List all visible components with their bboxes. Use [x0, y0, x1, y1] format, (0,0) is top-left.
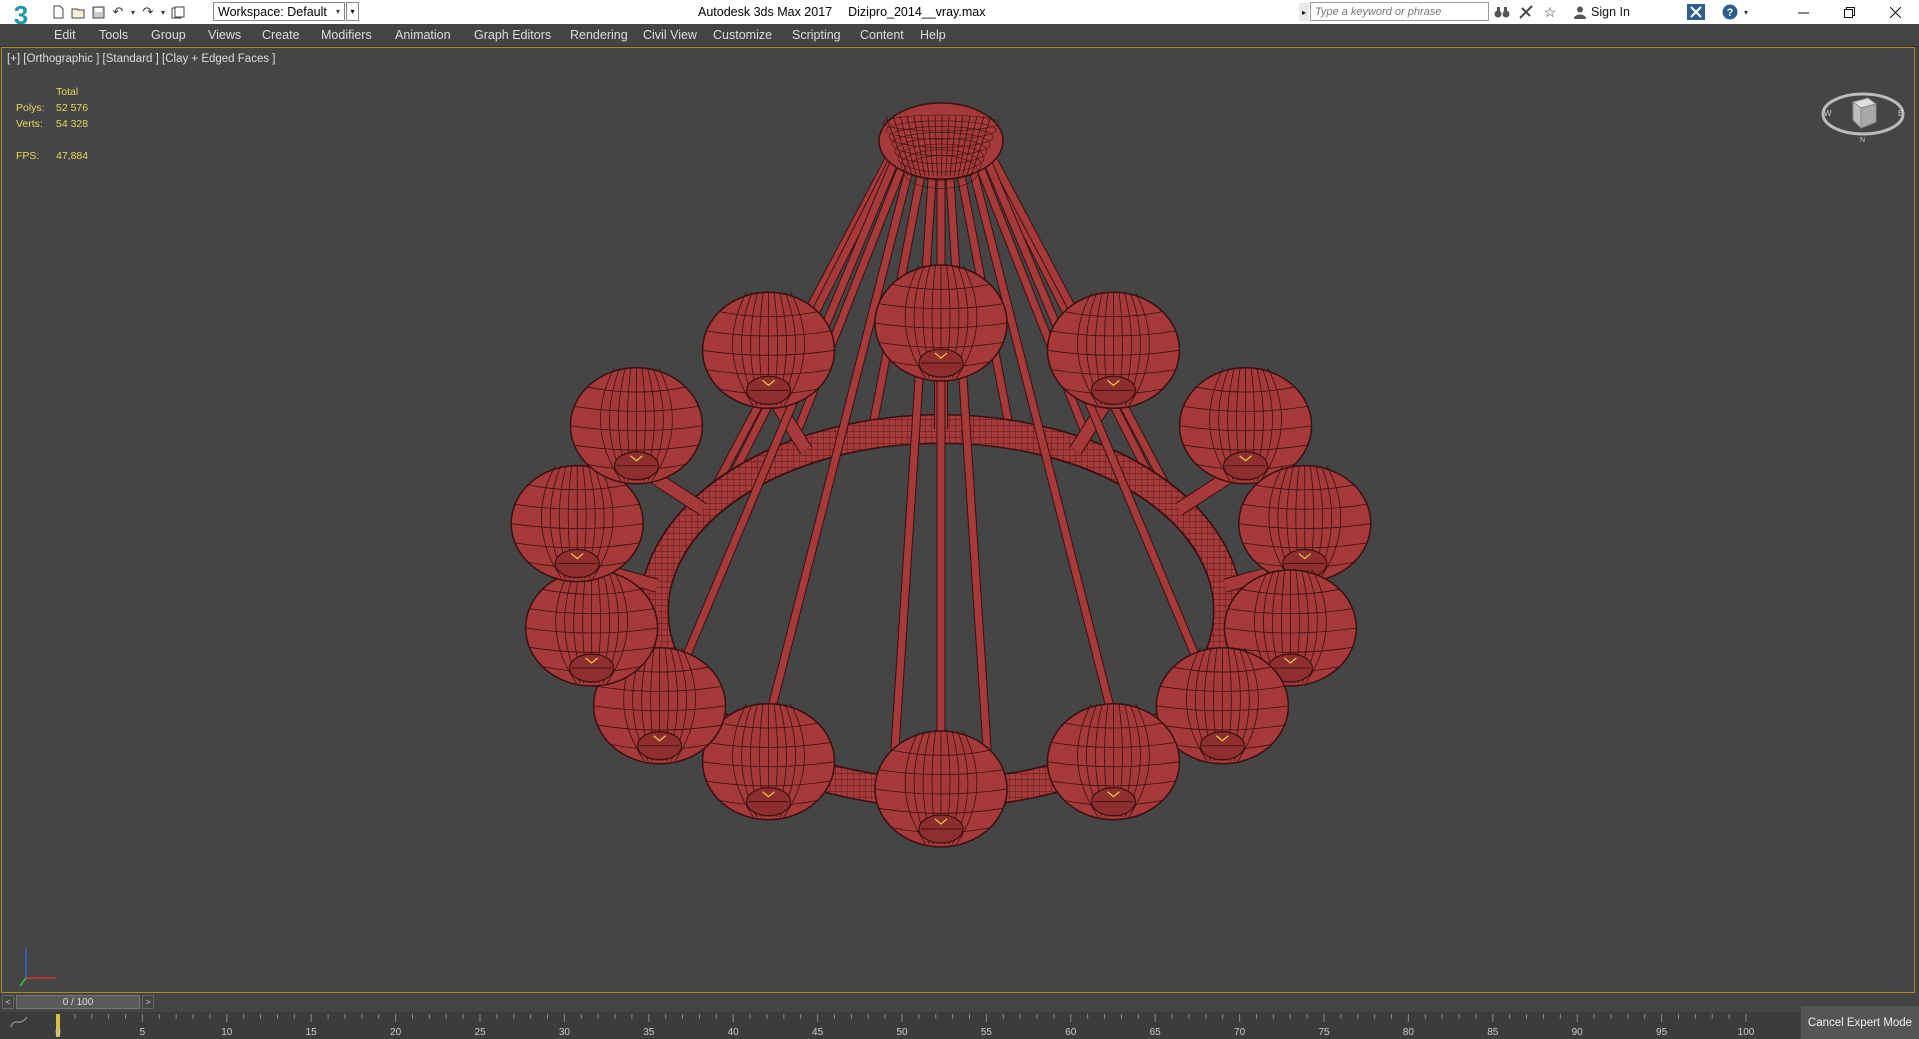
axis-tripod-icon	[19, 948, 56, 987]
next-frame-button[interactable]: >	[142, 995, 154, 1009]
favorites-star-icon[interactable]: ☆	[1540, 2, 1560, 22]
curve-editor-icon[interactable]	[10, 1016, 28, 1031]
open-file-icon[interactable]	[68, 2, 88, 22]
menu-content[interactable]: Content	[860, 24, 904, 46]
menu-graph-editors[interactable]: Graph Editors	[474, 24, 551, 46]
autodesk-exchange-icon[interactable]	[1686, 2, 1706, 22]
lamp-shade[interactable]	[1238, 464, 1372, 583]
lamp-shade[interactable]	[569, 366, 704, 485]
workspace-selector[interactable]: Workspace: Default ▾	[213, 2, 345, 21]
time-slider[interactable]: < 0 / 100 >	[0, 994, 1800, 1010]
ruler-tick-label: 35	[643, 1027, 655, 1038]
menu-views[interactable]: Views	[208, 24, 241, 46]
redo-dropdown-icon[interactable]: ▾	[158, 2, 168, 22]
menu-scripting[interactable]: Scripting	[792, 24, 841, 46]
ruler-tick-label: 90	[1571, 1027, 1583, 1038]
sign-in-button[interactable]: Sign In ▾	[1573, 0, 1704, 24]
menu-animation[interactable]: Animation	[395, 24, 451, 46]
cancel-expert-mode-button[interactable]: Cancel Expert Mode	[1801, 1006, 1919, 1039]
menu-group[interactable]: Group	[151, 24, 186, 46]
menu-rendering[interactable]: Rendering	[570, 24, 628, 46]
customize-toolbar-icon[interactable]: ▾	[346, 2, 359, 21]
ruler-tick-label: 10	[221, 1027, 233, 1038]
ruler-tick-label: 65	[1149, 1027, 1161, 1038]
ruler-tick-label: 30	[558, 1027, 570, 1038]
minimize-button[interactable]	[1780, 0, 1826, 24]
svg-text:E: E	[1898, 109, 1903, 118]
ruler-tick-label: 15	[305, 1027, 317, 1038]
app-logo[interactable]: 3	[4, 2, 38, 42]
file-name: Dizipro_2014__vray.max	[848, 5, 986, 19]
ruler-tick-label: 85	[1487, 1027, 1499, 1038]
ruler-tick-label: 50	[896, 1027, 908, 1038]
ruler-tick-label: 95	[1656, 1027, 1668, 1038]
time-slider-thumb[interactable]: 0 / 100	[16, 995, 140, 1009]
title-bar: 3 ↶ ▾ ↷ ▾ Workspace: Default ▾ ▾ Autodes…	[0, 0, 1919, 28]
svg-text:?: ?	[1727, 7, 1734, 19]
search-input[interactable]: Type a keyword or phrase	[1310, 2, 1489, 21]
ruler-tick-label: 40	[727, 1027, 739, 1038]
frame-ruler[interactable]: 0 5 10 15 20 25 30 35 40 45 50 55 60 65 70 75 80 85 90 95 10…	[55, 1012, 1754, 1039]
app-title: Autodesk 3ds Max 2017	[698, 5, 833, 19]
suspension-rod	[944, 144, 993, 784]
ruler-tick-label: 20	[390, 1027, 402, 1038]
search-expand-icon[interactable]: ▸	[1299, 3, 1309, 21]
menu-help[interactable]: Help	[920, 24, 946, 46]
ruler-tick-label: 45	[812, 1027, 824, 1038]
redo-icon[interactable]: ↷	[138, 2, 158, 22]
suspension-rod	[889, 144, 938, 784]
save-file-icon[interactable]	[88, 2, 108, 22]
menu-customize[interactable]: Customize	[713, 24, 772, 46]
ruler-tick-label: 100	[1737, 1027, 1755, 1038]
menu-modifiers[interactable]: Modifiers	[321, 24, 372, 46]
communication-center-icon[interactable]	[1516, 2, 1536, 22]
restore-button[interactable]	[1826, 0, 1872, 24]
lamp-shade[interactable]	[874, 730, 1008, 848]
viewport-orthographic[interactable]: [+] [Orthographic ] [Standard ] [Clay + …	[1, 47, 1915, 993]
ruler-tick-label: 55	[980, 1027, 992, 1038]
search-placeholder: Type a keyword or phrase	[1315, 5, 1442, 18]
lamp-shade[interactable]	[701, 291, 836, 410]
menu-create[interactable]: Create	[262, 24, 300, 46]
chevron-down-icon: ▾	[335, 7, 340, 16]
ruler-tick-label: 60	[1065, 1027, 1077, 1038]
close-button[interactable]	[1872, 0, 1918, 24]
menu-bar: Edit Tools Group Views Create Modifiers …	[0, 24, 1919, 47]
svg-text:N: N	[1860, 137, 1865, 144]
new-file-icon[interactable]	[48, 2, 68, 22]
undo-dropdown-icon[interactable]: ▾	[128, 2, 138, 22]
ruler-tick-label: 0	[55, 1027, 61, 1038]
lamp-shade[interactable]	[524, 569, 659, 687]
ruler-tick-label: 75	[1318, 1027, 1330, 1038]
undo-icon[interactable]: ↶	[108, 2, 128, 22]
lamp-shade[interactable]	[1046, 702, 1181, 821]
chandelier-model[interactable]	[2, 48, 1914, 992]
lamp-shade[interactable]	[1046, 291, 1181, 410]
svg-text:W: W	[1824, 109, 1832, 118]
user-icon	[1574, 6, 1586, 19]
ruler-tick-label: 70	[1234, 1027, 1246, 1038]
ruler-tick-label: 5	[139, 1027, 146, 1038]
chevron-down-icon[interactable]: ▾	[1740, 2, 1752, 22]
prev-frame-button[interactable]: <	[2, 995, 14, 1009]
workspace-label: Workspace: Default	[218, 4, 327, 19]
ruler-tick-label: 80	[1402, 1027, 1414, 1038]
window-title: Autodesk 3ds Max 2017 Dizipro_2014__vray…	[698, 0, 985, 24]
ceiling-canopy	[878, 102, 1004, 180]
quick-access-toolbar: ↶ ▾ ↷ ▾	[48, 0, 188, 24]
project-folder-icon[interactable]	[168, 2, 188, 22]
viewcube-icon[interactable]: W E N	[1820, 84, 1906, 144]
menu-edit[interactable]: Edit	[54, 24, 76, 46]
help-icon[interactable]: ?	[1720, 2, 1740, 22]
sign-in-label: Sign In	[1591, 5, 1630, 19]
lamp-shade[interactable]	[874, 264, 1008, 382]
menu-tools[interactable]: Tools	[99, 24, 128, 46]
menu-civil-view[interactable]: Civil View	[643, 24, 697, 46]
ruler-tick-label: 25	[474, 1027, 486, 1038]
binoculars-icon[interactable]	[1492, 2, 1512, 22]
track-bar[interactable]: 0 5 10 15 20 25 30 35 40 45 50 55 60 65 70 75 80 85 90 95 10…	[0, 1012, 1800, 1039]
